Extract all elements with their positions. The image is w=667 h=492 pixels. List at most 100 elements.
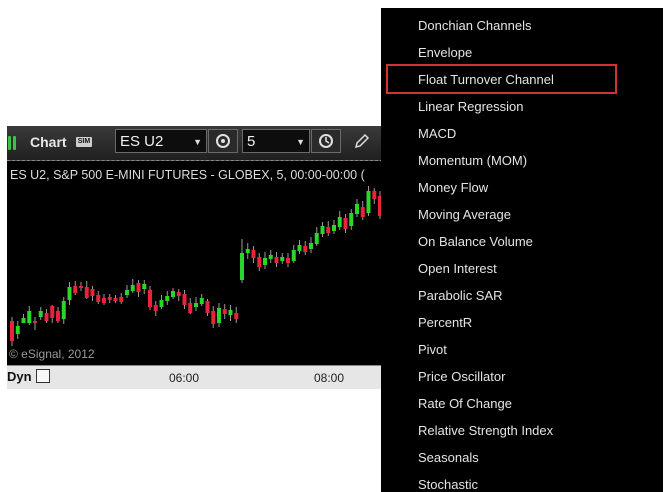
pencil-icon[interactable]	[353, 132, 371, 150]
candle-body	[33, 321, 37, 323]
candle-body	[326, 227, 331, 233]
candle-body	[50, 306, 55, 318]
candle-body	[303, 246, 308, 252]
candle-body	[366, 191, 371, 213]
menu-item-pivot[interactable]: Pivot	[418, 336, 447, 363]
candle-body	[355, 204, 359, 214]
candle-body	[44, 313, 49, 321]
candle-body	[228, 310, 233, 315]
candle-body	[113, 298, 118, 301]
candlestick-chart[interactable]	[7, 161, 383, 366]
menu-item-relative-strength-index[interactable]: Relative Strength Index	[418, 417, 553, 444]
price-chart-area[interactable]: ES U2, S&P 500 E-MINI FUTURES - GLOBEX, …	[7, 160, 383, 365]
candle-body	[10, 321, 14, 341]
symbol-select[interactable]: ES U2 ▼	[115, 129, 207, 153]
candle-body	[199, 298, 204, 304]
candle-body	[205, 301, 210, 313]
candle-body	[263, 258, 267, 265]
candle-body	[79, 286, 83, 288]
candle-body	[188, 303, 193, 313]
symbol-link-button[interactable]	[208, 129, 238, 153]
candle-body	[61, 301, 66, 319]
candle-body	[360, 207, 365, 217]
chart-toolbar: Chart SIM ES U2 ▼ 5 ▼	[7, 126, 383, 161]
chevron-down-icon[interactable]: ▼	[296, 130, 305, 154]
gear-icon	[216, 134, 230, 148]
time-tick: 08:00	[314, 371, 345, 385]
candle-body	[142, 284, 147, 289]
candle-body	[136, 283, 141, 292]
candle-body	[38, 311, 43, 317]
copyright-label: © eSignal, 2012	[9, 347, 95, 361]
candle-body	[314, 233, 319, 244]
window-grip-icon[interactable]	[8, 136, 11, 150]
chevron-down-icon[interactable]: ▼	[193, 130, 202, 154]
candle-body	[274, 257, 279, 263]
menu-item-donchian-channels[interactable]: Donchian Channels	[418, 12, 531, 39]
menu-item-rate-of-change[interactable]: Rate Of Change	[418, 390, 512, 417]
menu-item-on-balance-volume[interactable]: On Balance Volume	[418, 228, 533, 255]
candle-body	[211, 311, 216, 324]
clock-icon	[319, 134, 333, 148]
candle-body	[27, 311, 32, 323]
candle-body	[245, 249, 250, 253]
candle-body	[130, 285, 135, 291]
candle-body	[90, 289, 95, 296]
candle-body	[148, 290, 152, 307]
interval-select[interactable]: 5 ▼	[242, 129, 310, 153]
interval-options-button[interactable]	[311, 129, 341, 153]
candle-body	[320, 226, 325, 234]
menu-item-envelope[interactable]: Envelope	[418, 39, 472, 66]
menu-item-moving-average[interactable]: Moving Average	[418, 201, 511, 228]
candle-body	[107, 297, 112, 300]
candle-body	[297, 245, 302, 251]
menu-item-open-interest[interactable]: Open Interest	[418, 255, 497, 282]
candle-body	[165, 296, 170, 301]
highlight-box	[386, 64, 617, 94]
menu-item-seasonals[interactable]: Seasonals	[418, 444, 479, 471]
menu-item-linear-regression[interactable]: Linear Regression	[418, 93, 524, 120]
candle-body	[234, 313, 239, 319]
candle-body	[153, 305, 158, 311]
time-tick: 06:00	[169, 371, 200, 385]
candle-body	[349, 213, 354, 226]
candle-body	[337, 217, 342, 227]
candle-body	[125, 290, 129, 295]
candle-body	[332, 225, 336, 231]
lock-icon[interactable]	[36, 369, 50, 383]
axis-mode-label[interactable]: Dyn	[7, 369, 32, 384]
indicator-menu: Donchian Channels Envelope Float Turnove…	[381, 8, 663, 492]
window-grip-icon[interactable]	[13, 136, 16, 150]
menu-item-price-oscillator[interactable]: Price Oscillator	[418, 363, 505, 390]
candle-body	[159, 300, 164, 307]
sim-badge: SIM	[76, 137, 92, 147]
menu-item-macd[interactable]: MACD	[418, 120, 456, 147]
candle-body	[280, 257, 285, 261]
candle-body	[96, 295, 101, 302]
candle-body	[343, 218, 348, 229]
candle-body	[56, 311, 60, 321]
candle-body	[67, 287, 72, 300]
candle-body	[286, 258, 290, 263]
symbol-description: ES U2, S&P 500 E-MINI FUTURES - GLOBEX, …	[10, 168, 365, 182]
time-axis: Dyn 06:00 08:00	[7, 365, 383, 389]
symbol-value: ES U2	[120, 133, 164, 150]
candle-body	[15, 326, 20, 334]
chart-title: Chart	[30, 134, 67, 150]
candle-body	[21, 318, 26, 323]
menu-item-percentr[interactable]: PercentR	[418, 309, 472, 336]
menu-item-momentum[interactable]: Momentum (MOM)	[418, 147, 527, 174]
candle-body	[309, 243, 313, 249]
candle-body	[84, 287, 89, 298]
candle-body	[194, 303, 198, 307]
candle-body	[268, 255, 273, 259]
candle-body	[73, 286, 78, 293]
candle-body	[182, 294, 187, 305]
candle-body	[240, 253, 244, 280]
candle-body	[257, 257, 262, 267]
menu-item-parabolic-sar[interactable]: Parabolic SAR	[418, 282, 503, 309]
menu-item-stochastic[interactable]: Stochastic	[418, 471, 478, 492]
candle-body	[222, 309, 227, 314]
menu-item-money-flow[interactable]: Money Flow	[418, 174, 488, 201]
candle-body	[372, 191, 377, 199]
